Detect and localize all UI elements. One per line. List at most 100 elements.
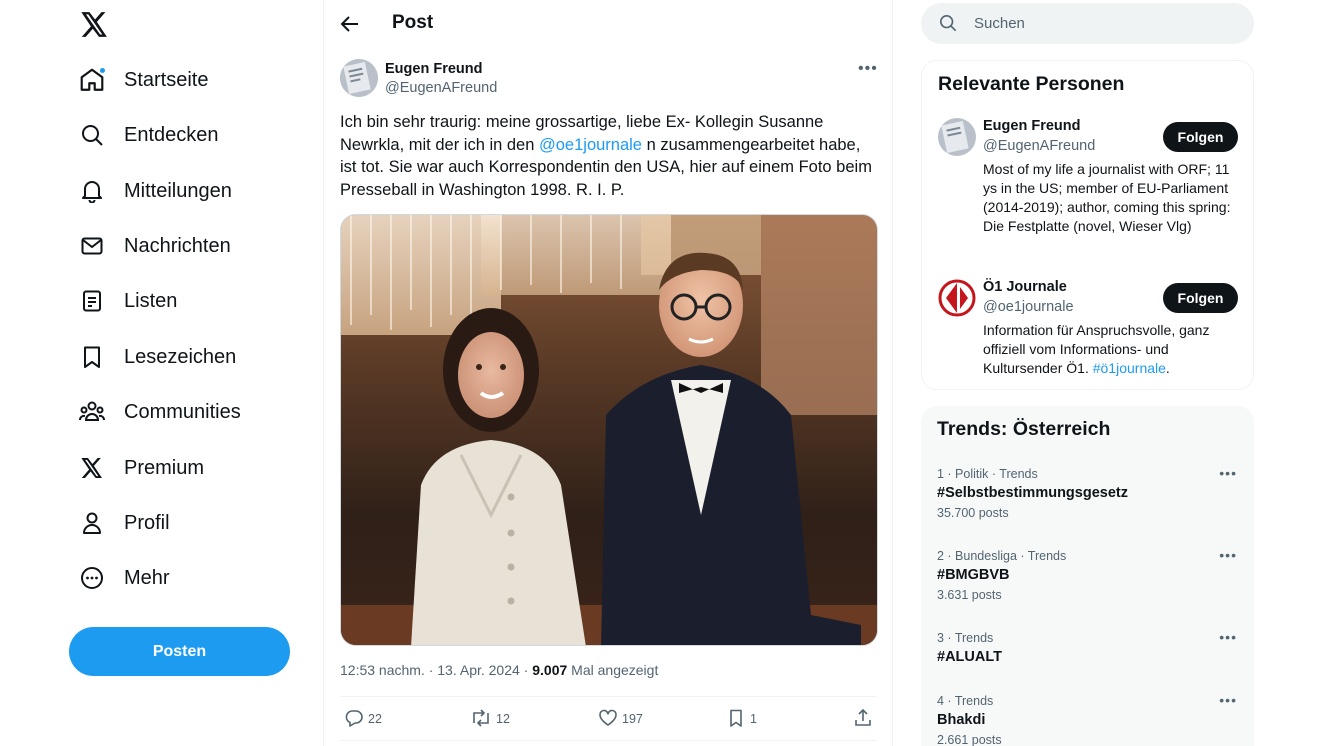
- mention-link[interactable]: @oe1journale: [539, 136, 642, 154]
- share-icon: [853, 708, 877, 731]
- nav-item-home[interactable]: Startseite: [78, 58, 208, 102]
- follow-button[interactable]: Folgen: [1163, 283, 1238, 313]
- x-logo-icon: [78, 454, 106, 482]
- author-name[interactable]: Eugen Freund: [385, 61, 482, 77]
- nav-item-messages[interactable]: Nachrichten: [78, 224, 231, 268]
- reply-icon: [344, 708, 368, 731]
- repost-count: 12: [496, 712, 510, 726]
- trend-item[interactable]: 3 · Trends #ALUALT •••: [937, 629, 1237, 665]
- post-text: Ich bin sehr traurig: meine grossartige,…: [340, 111, 880, 201]
- like-button[interactable]: 197: [598, 706, 643, 732]
- nav-item-label: Entdecken: [124, 123, 219, 146]
- search-icon: [78, 121, 106, 149]
- trend-name: #ALUALT: [937, 649, 1002, 665]
- nav-item-label: Mitteilungen: [124, 179, 232, 202]
- view-count: 9.007: [532, 662, 568, 678]
- card-title: Trends: Österreich: [937, 418, 1111, 440]
- nav-item-communities[interactable]: Communities: [78, 390, 241, 434]
- repost-button[interactable]: 12: [470, 706, 510, 732]
- trend-name: #Selbstbestimmungsgesetz: [937, 485, 1128, 501]
- divider: [340, 740, 877, 741]
- view-count-label: Mal angezeigt: [567, 662, 659, 678]
- person-icon: [78, 509, 106, 537]
- trend-meta: 4 · Trends: [937, 694, 994, 708]
- person-card[interactable]: Ö1 Journale @oe1journale Folgen Informat…: [938, 279, 1238, 379]
- more-options-icon[interactable]: •••: [858, 60, 878, 78]
- repost-icon: [470, 708, 496, 731]
- nav-item-bookmarks[interactable]: Lesezeichen: [78, 335, 236, 379]
- share-button[interactable]: [853, 706, 877, 732]
- post-timestamp[interactable]: 12:53 nachm. · 13. Apr. 2024 ·: [340, 662, 532, 678]
- search-input[interactable]: [974, 3, 1234, 44]
- person-name[interactable]: Ö1 Journale: [983, 279, 1067, 295]
- bookmark-button[interactable]: 1: [726, 706, 757, 732]
- more-options-icon[interactable]: •••: [1219, 629, 1237, 645]
- person-card[interactable]: Eugen Freund @EugenAFreund Folgen Most o…: [938, 118, 1238, 258]
- trend-meta: 2 · Bundesliga · Trends: [937, 549, 1067, 563]
- author-handle[interactable]: @EugenAFreund: [385, 80, 497, 96]
- hashtag-link[interactable]: #ö1journale: [1093, 360, 1166, 376]
- bookmark-icon: [726, 708, 750, 731]
- left-navigation: Startseite Entdecken Mitteilungen Nachri…: [68, 0, 308, 746]
- divider: [340, 696, 877, 697]
- nav-item-more[interactable]: Mehr: [78, 556, 170, 600]
- main-column: Post Eugen Freund @EugenAFreund ••• Ich …: [323, 0, 893, 746]
- trends-card: Trends: Österreich 1 · Politik · Trends …: [921, 406, 1254, 746]
- nav-item-notifications[interactable]: Mitteilungen: [78, 169, 232, 213]
- person-handle[interactable]: @EugenAFreund: [983, 138, 1095, 154]
- relevant-people-card: Relevante Personen Eugen Freund @EugenAF…: [921, 60, 1254, 390]
- nav-item-label: Profil: [124, 511, 170, 534]
- post-button[interactable]: Posten: [69, 627, 290, 676]
- avatar[interactable]: [340, 59, 378, 97]
- nav-item-label: Lesezeichen: [124, 345, 237, 368]
- bell-icon: [78, 177, 106, 205]
- trend-name: Bhakdi: [937, 712, 986, 728]
- more-circle-icon: [78, 564, 106, 592]
- mail-icon: [78, 232, 106, 260]
- notification-dot: [99, 67, 106, 74]
- nav-item-profile[interactable]: Profil: [78, 501, 170, 545]
- nav-item-lists[interactable]: Listen: [78, 279, 177, 323]
- trend-count: 3.631 posts: [937, 588, 1002, 602]
- post-photo[interactable]: [340, 214, 878, 646]
- trend-name: #BMGBVB: [937, 567, 1010, 583]
- page-title: Post: [392, 12, 434, 33]
- x-logo-icon[interactable]: [78, 8, 110, 40]
- post-metadata: 12:53 nachm. · 13. Apr. 2024 · 9.007 Mal…: [340, 662, 658, 678]
- person-bio: Information für Anspruchsvolle, ganz off…: [983, 321, 1243, 378]
- more-options-icon[interactable]: •••: [1219, 547, 1237, 563]
- trend-item[interactable]: 2 · Bundesliga · Trends #BMGBVB 3.631 po…: [937, 547, 1237, 602]
- person-bio: Most of my life a journalist with ORF; 1…: [983, 161, 1231, 234]
- people-icon: [78, 398, 106, 426]
- post-actions: 22 12 197 1: [340, 706, 878, 732]
- search-bar[interactable]: [921, 3, 1254, 44]
- bookmark-count: 1: [750, 712, 757, 726]
- oe1-logo-avatar[interactable]: [938, 279, 976, 317]
- more-options-icon[interactable]: •••: [1219, 465, 1237, 481]
- follow-button[interactable]: Folgen: [1163, 122, 1238, 152]
- trend-item[interactable]: 1 · Politik · Trends #Selbstbestimmungsg…: [937, 465, 1237, 520]
- nav-item-label: Mehr: [124, 566, 170, 589]
- list-icon: [78, 287, 106, 315]
- nav-item-label: Premium: [124, 456, 205, 479]
- more-options-icon[interactable]: •••: [1219, 692, 1237, 708]
- back-arrow-icon[interactable]: [338, 12, 362, 36]
- nav-item-explore[interactable]: Entdecken: [78, 113, 219, 157]
- home-icon: [78, 66, 106, 94]
- person-handle[interactable]: @oe1journale: [983, 299, 1074, 315]
- nav-item-premium[interactable]: Premium: [78, 446, 204, 490]
- bookmark-icon: [78, 343, 106, 371]
- heart-icon: [598, 708, 622, 731]
- bio-text: .: [1165, 360, 1170, 376]
- like-count: 197: [622, 712, 643, 726]
- card-title: Relevante Personen: [938, 73, 1125, 95]
- search-icon: [939, 14, 957, 37]
- reply-button[interactable]: 22: [344, 706, 382, 732]
- trend-item[interactable]: 4 · Trends Bhakdi 2.661 posts •••: [937, 692, 1237, 746]
- person-name[interactable]: Eugen Freund: [983, 118, 1080, 134]
- trend-meta: 3 · Trends: [937, 631, 994, 645]
- trend-meta: 1 · Politik · Trends: [937, 467, 1038, 481]
- trend-count: 35.700 posts: [937, 506, 1009, 520]
- avatar[interactable]: [938, 118, 976, 156]
- trend-count: 2.661 posts: [937, 733, 1002, 746]
